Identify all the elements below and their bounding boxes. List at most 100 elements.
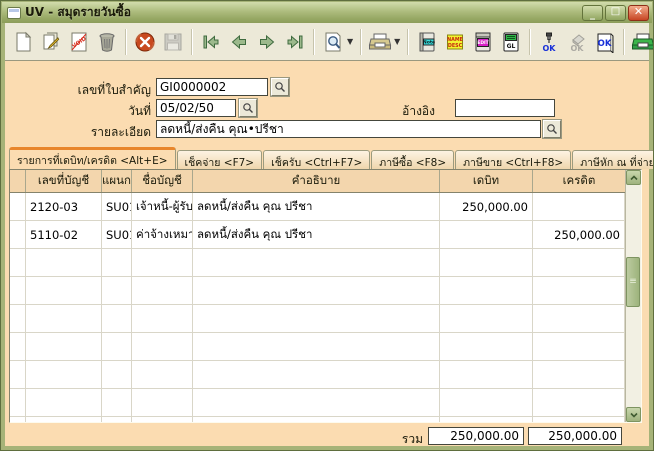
svg-text:OK: OK [571, 44, 585, 53]
unpost-ok-eraser-icon: OK [567, 31, 587, 53]
reference-input[interactable] [455, 99, 555, 117]
col-header-department: แผนก [102, 170, 132, 192]
chevron-up-icon [629, 174, 638, 181]
approve-ok-book-icon: OK [594, 31, 616, 53]
date-input[interactable] [156, 99, 236, 117]
post-ok-pin-icon: OK [539, 31, 559, 53]
total-credit-field[interactable]: 250,000.00 [528, 427, 622, 445]
first-record-icon [200, 31, 222, 53]
table-row-empty[interactable] [10, 389, 641, 417]
close-button[interactable]: ✕ [628, 4, 649, 21]
toolbar-separator [360, 28, 363, 55]
table-row-empty[interactable] [10, 249, 641, 277]
chevron-down-icon [629, 412, 638, 418]
table-row-empty[interactable] [10, 305, 641, 333]
void-button[interactable]: VOID [65, 27, 93, 57]
scroll-down-button[interactable] [626, 407, 641, 422]
tab-sales-vat[interactable]: ภาษีขาย <Ctrl+F8> [455, 150, 572, 169]
account-name-cell[interactable]: ค่าจ้างเหมา [132, 221, 193, 248]
note-button[interactable]: Note [413, 27, 441, 57]
total-debit-field[interactable]: 250,000.00 [428, 427, 524, 445]
description-input[interactable] [156, 120, 541, 138]
gl-button[interactable]: GL [497, 27, 525, 57]
col-header-account-no: เลขที่บัญชี [26, 170, 102, 192]
last-record-icon [284, 31, 306, 53]
last-record-button[interactable] [281, 27, 309, 57]
col-header-debit: เดบิท [440, 170, 533, 192]
description-cell[interactable]: ลดหนี้/ส่งคืน คุณ ปรีชา [193, 193, 440, 220]
tab-debit-credit-entries[interactable]: รายการที่เดบิท/เครดิต <Alt+E> [9, 147, 176, 169]
post-ok-button[interactable]: OK [535, 27, 563, 57]
tab-withholding-tax[interactable]: ภาษีหัก ณ ที่จ่าย <Ctrl+F10> [572, 150, 653, 169]
void-stamp-icon: VOID [68, 31, 90, 53]
edit-button[interactable] [37, 27, 65, 57]
toolbar-separator [191, 28, 193, 55]
description-lookup-button[interactable] [542, 119, 562, 139]
tab-strip: รายการที่เดบิท/เครดิต <Alt+E> เช็คจ่าย <… [9, 147, 653, 169]
table-row-empty[interactable] [10, 333, 641, 361]
magnifier-icon [546, 123, 558, 135]
svg-text:DESC: DESC [448, 43, 463, 49]
account-name-cell[interactable]: เจ้าหนี้-ผู้รับเหมา [132, 193, 193, 220]
name-desc-button[interactable]: NAME DESC [441, 27, 469, 57]
date-lookup-button[interactable] [238, 98, 258, 118]
tab-cheque-received[interactable]: เช็ครับ <Ctrl+F7> [263, 150, 371, 169]
description-cell[interactable]: ลดหนี้/ส่งคืน คุณ ปรีชา [193, 221, 440, 248]
doc-no-lookup-button[interactable] [270, 77, 290, 97]
scroll-up-button[interactable] [626, 170, 641, 185]
row-selector-header [10, 170, 26, 192]
row-selector-cell[interactable] [10, 193, 26, 220]
print-report-button[interactable] [629, 27, 653, 57]
table-row-empty[interactable] [10, 361, 641, 389]
new-button[interactable] [9, 27, 37, 57]
row-selector-cell[interactable] [10, 221, 26, 248]
doc-no-input[interactable] [156, 78, 268, 96]
magnifier-icon [242, 102, 254, 114]
debit-cell[interactable] [440, 221, 533, 248]
unpost-ok-button: OK [563, 27, 591, 57]
tab-purchase-vat[interactable]: ภาษีซื้อ <F8> [371, 150, 455, 169]
grid-header-row: เลขที่บัญชี แผนก ชื่อบัญชี คำอธิบาย เดบิ… [10, 170, 641, 193]
scrollbar-track[interactable] [626, 185, 641, 407]
next-record-icon [256, 31, 278, 53]
account-no-cell[interactable]: 2120-03 [26, 193, 102, 220]
find-button[interactable] [319, 27, 347, 57]
new-document-icon [12, 31, 34, 53]
next-record-button[interactable] [253, 27, 281, 57]
find-dropdown-arrow[interactable]: ▼ [347, 37, 353, 46]
department-cell[interactable]: SU01 [102, 221, 132, 248]
table-row-empty[interactable] [10, 417, 641, 422]
department-cell[interactable]: SU01 [102, 193, 132, 220]
credit-cell[interactable] [533, 193, 625, 220]
save-button [159, 27, 187, 57]
tab-cheque-payment[interactable]: เช็คจ่าย <F7> [176, 150, 263, 169]
doc-no-label: เลขที่ใบสำคัญ [77, 83, 151, 97]
table-row[interactable]: 5110-02 SU01 ค่าจ้างเหมา ลดหนี้/ส่งคืน ค… [10, 221, 641, 249]
toolbar-separator [529, 28, 532, 55]
maximize-button[interactable]: □ [605, 4, 626, 21]
debit-cell[interactable]: 250,000.00 [440, 193, 533, 220]
vertical-scrollbar[interactable] [625, 170, 641, 422]
app-icon [7, 6, 21, 19]
table-row[interactable]: 2120-03 SU01 เจ้าหนี้-ผู้รับเหมา ลดหนี้/… [10, 193, 641, 221]
previous-record-button[interactable] [225, 27, 253, 57]
svg-text:GL: GL [507, 43, 516, 50]
edit-pencil-icon [40, 31, 62, 53]
magnifier-icon [274, 81, 286, 93]
approve-ok-button[interactable]: OK [591, 27, 619, 57]
delete-button[interactable] [93, 27, 121, 57]
edit-doc-button[interactable]: EDIT [469, 27, 497, 57]
account-no-cell[interactable]: 5110-02 [26, 221, 102, 248]
scrollbar-thumb[interactable] [626, 257, 640, 307]
minimize-button[interactable]: _ [582, 4, 603, 21]
name-desc-icon: NAME DESC [445, 32, 465, 52]
print-button[interactable] [366, 27, 394, 57]
green-printer-icon [631, 31, 653, 53]
table-row-empty[interactable] [10, 277, 641, 305]
description-label: รายละเอียด [90, 125, 151, 139]
credit-cell[interactable]: 250,000.00 [533, 221, 625, 248]
print-dropdown-arrow[interactable]: ▼ [394, 37, 400, 46]
cancel-button[interactable] [131, 27, 159, 57]
first-record-button[interactable] [197, 27, 225, 57]
form-area: เลขที่ใบสำคัญ วันที่ อ้างอิง รายละเอียด [5, 62, 653, 446]
